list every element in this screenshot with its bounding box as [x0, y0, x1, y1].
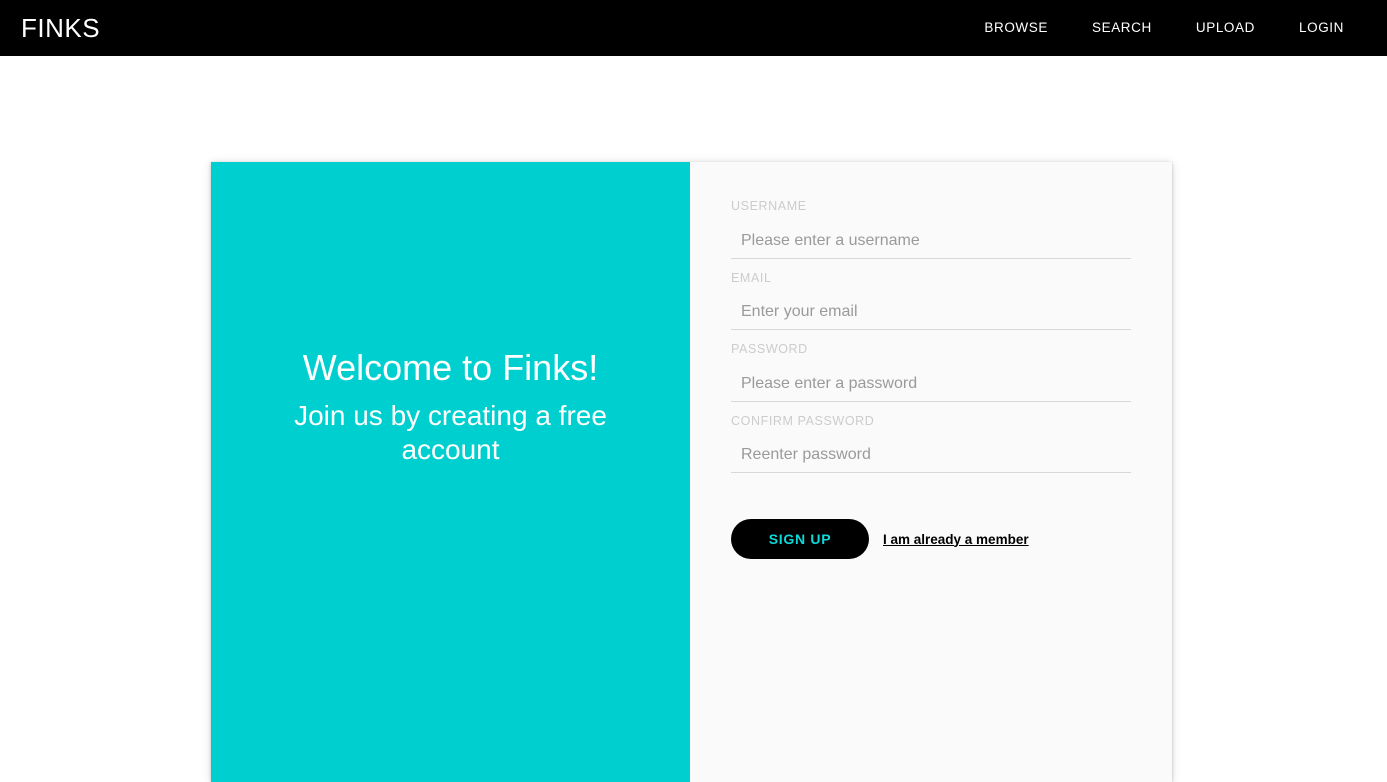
signup-card: Welcome to Finks! Join us by creating a … — [211, 162, 1172, 782]
password-label: PASSWORD — [731, 342, 808, 356]
nav-link-login[interactable]: LOGIN — [1277, 21, 1367, 35]
top-navigation-bar: FINKS BROWSE SEARCH UPLOAD LOGIN — [0, 0, 1387, 56]
hero-panel: Welcome to Finks! Join us by creating a … — [211, 162, 690, 782]
field-group-confirm-password: CONFIRM PASSWORD — [731, 413, 1131, 473]
username-label: USERNAME — [731, 199, 807, 213]
password-input[interactable] — [731, 372, 1131, 402]
nav-link-upload[interactable]: UPLOAD — [1174, 21, 1277, 35]
username-input[interactable] — [731, 229, 1131, 259]
site-logo[interactable]: FINKS — [21, 15, 100, 41]
hero-subtitle: Join us by creating a free account — [294, 400, 607, 466]
signup-form-panel: USERNAME EMAIL PASSWORD CONFIRM PASSWORD… — [690, 162, 1172, 782]
field-group-username: USERNAME — [731, 200, 1131, 259]
email-input[interactable] — [731, 301, 1131, 330]
nav-link-browse[interactable]: BROWSE — [962, 21, 1070, 35]
form-actions: SIGN UP I am already a member — [731, 519, 1131, 559]
confirm-password-label: CONFIRM PASSWORD — [731, 413, 875, 428]
field-group-password: PASSWORD — [731, 343, 1131, 402]
already-a-member-link[interactable]: I am already a member — [883, 532, 1029, 547]
primary-nav: BROWSE SEARCH UPLOAD LOGIN — [962, 21, 1367, 35]
sign-up-button[interactable]: SIGN UP — [731, 519, 869, 559]
field-group-email: EMAIL — [731, 270, 1131, 330]
hero-title: Welcome to Finks! — [302, 346, 599, 388]
email-label: EMAIL — [731, 270, 772, 285]
nav-link-search[interactable]: SEARCH — [1070, 21, 1174, 35]
confirm-password-input[interactable] — [731, 444, 1131, 473]
